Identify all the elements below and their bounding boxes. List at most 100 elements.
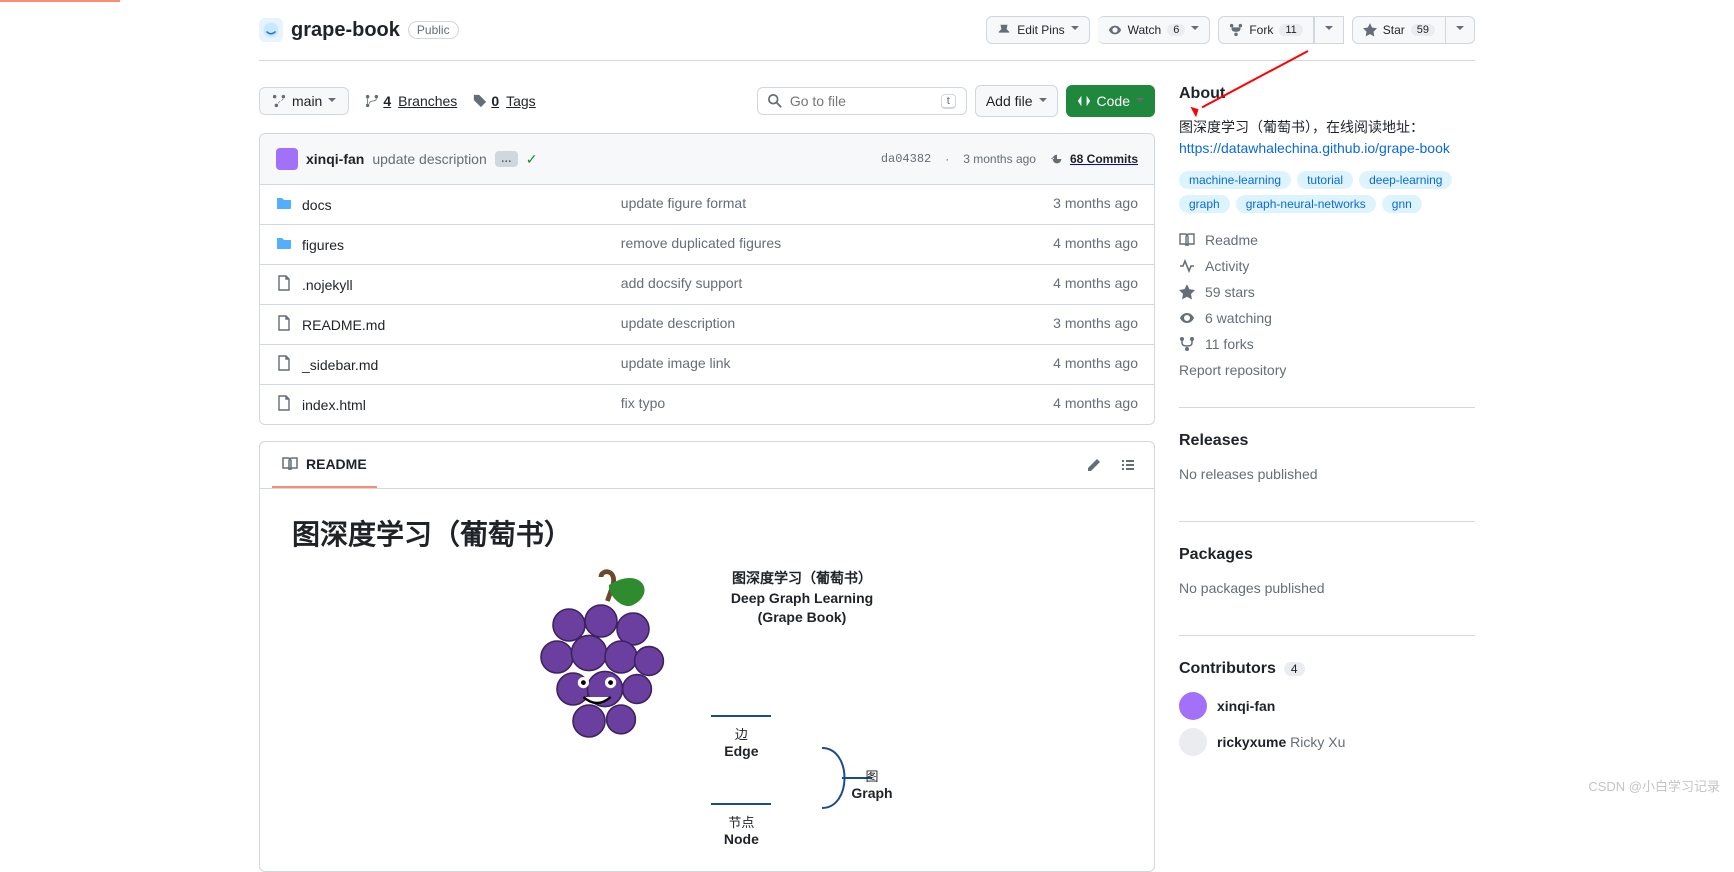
code-icon bbox=[1077, 94, 1091, 108]
contributor-row[interactable]: xinqi-fan bbox=[1179, 692, 1475, 720]
file-name[interactable]: _sidebar.md bbox=[302, 357, 378, 373]
repo-visibility-label: Public bbox=[408, 21, 459, 39]
file-name[interactable]: README.md bbox=[302, 317, 385, 333]
fork-dropdown-button[interactable] bbox=[1314, 16, 1344, 44]
branches-count: 4 bbox=[383, 93, 391, 109]
ci-status-icon[interactable]: ✓ bbox=[526, 151, 538, 168]
repo-name[interactable]: grape-book bbox=[291, 19, 400, 42]
file-commit-msg[interactable]: remove duplicated figures bbox=[621, 235, 1009, 254]
file-name[interactable]: figures bbox=[302, 237, 344, 253]
star-label: Star bbox=[1383, 23, 1405, 37]
list-icon[interactable] bbox=[1120, 457, 1136, 473]
watching-link[interactable]: 6 watching bbox=[1179, 305, 1475, 331]
file-name[interactable]: index.html bbox=[302, 397, 366, 413]
watermark: CSDN @小白学习记录 bbox=[1588, 776, 1720, 795]
tags-count: 0 bbox=[491, 93, 499, 109]
file-row[interactable]: _sidebar.mdupdate image link4 months ago bbox=[260, 345, 1154, 385]
edge-cn: 边 bbox=[735, 727, 748, 742]
fig-title-cn: 图深度学习（葡萄书） bbox=[711, 569, 892, 589]
fig-title-en2: (Grape Book) bbox=[711, 608, 892, 628]
author-avatar[interactable] bbox=[276, 148, 298, 170]
packages-heading[interactable]: Packages bbox=[1179, 546, 1475, 564]
packages-section: Packages No packages published bbox=[1179, 546, 1475, 636]
history-icon bbox=[1050, 152, 1064, 166]
commits-link[interactable]: 68 Commits bbox=[1050, 152, 1138, 166]
latest-commit-bar: xinqi-fan update description … ✓ da04382… bbox=[260, 134, 1154, 185]
file-icon bbox=[276, 315, 292, 334]
file-commit-msg[interactable]: update description bbox=[621, 315, 1009, 334]
code-toolbar: main 4 Branches 0 Tags bbox=[259, 85, 1155, 117]
commit-sha[interactable]: da04382 bbox=[881, 152, 931, 166]
code-button[interactable]: Code bbox=[1066, 85, 1155, 117]
forks-link[interactable]: 11 forks bbox=[1179, 331, 1475, 357]
star-dropdown-button[interactable] bbox=[1446, 16, 1475, 44]
commit-message[interactable]: update description bbox=[372, 151, 486, 167]
star-count: 59 bbox=[1411, 24, 1435, 36]
topic-tag[interactable]: graph-neural-networks bbox=[1236, 195, 1376, 213]
file-icon bbox=[276, 355, 292, 374]
contributor-avatar bbox=[1179, 728, 1207, 756]
folder-icon bbox=[276, 195, 292, 214]
file-time: 3 months ago bbox=[1009, 195, 1138, 214]
go-to-file-input[interactable] bbox=[790, 93, 933, 109]
branch-select-button[interactable]: main bbox=[259, 87, 349, 115]
file-commit-msg[interactable]: update figure format bbox=[621, 195, 1009, 214]
graph-en: Graph bbox=[851, 785, 892, 801]
file-commit-msg[interactable]: add docsify support bbox=[621, 275, 1009, 294]
add-file-button[interactable]: Add file bbox=[975, 85, 1058, 117]
packages-text: No packages published bbox=[1179, 578, 1475, 599]
releases-heading[interactable]: Releases bbox=[1179, 432, 1475, 450]
topic-tag[interactable]: gnn bbox=[1382, 195, 1422, 213]
commit-age: 3 months ago bbox=[963, 152, 1036, 166]
releases-text: No releases published bbox=[1179, 464, 1475, 485]
branches-label: Branches bbox=[398, 93, 457, 109]
file-row[interactable]: .nojekylladd docsify support4 months ago bbox=[260, 265, 1154, 305]
stars-link[interactable]: 59 stars bbox=[1179, 279, 1475, 305]
file-row[interactable]: index.htmlfix typo4 months ago bbox=[260, 385, 1154, 424]
star-icon bbox=[1363, 23, 1377, 37]
contributors-heading[interactable]: Contributors bbox=[1179, 660, 1276, 678]
go-to-file-hint: t bbox=[941, 94, 956, 109]
caret-icon bbox=[1456, 23, 1464, 37]
watch-button[interactable]: Watch 6 bbox=[1098, 16, 1211, 44]
report-repo-link[interactable]: Report repository bbox=[1179, 357, 1475, 383]
file-row[interactable]: docs update figure format3 months ago bbox=[260, 185, 1154, 225]
topic-tag[interactable]: machine-learning bbox=[1179, 171, 1291, 189]
topic-tag[interactable]: deep-learning bbox=[1359, 171, 1452, 189]
file-commit-msg[interactable]: fix typo bbox=[621, 395, 1009, 414]
activity-link[interactable]: Activity bbox=[1179, 253, 1475, 279]
about-link[interactable]: https://datawhalechina.github.io/grape-b… bbox=[1179, 140, 1450, 156]
edit-pins-label: Edit Pins bbox=[1017, 23, 1064, 37]
readme-link[interactable]: Readme bbox=[1179, 227, 1475, 253]
fork-button[interactable]: Fork 11 bbox=[1218, 16, 1313, 44]
branch-name: main bbox=[292, 93, 322, 109]
file-name[interactable]: docs bbox=[302, 197, 332, 213]
readme-h1: 图深度学习（葡萄书） bbox=[292, 513, 1122, 553]
fork-count: 11 bbox=[1279, 24, 1302, 36]
branches-link[interactable]: 4 Branches bbox=[365, 93, 457, 109]
eye-icon bbox=[1108, 23, 1122, 37]
about-description: 图深度学习（葡萄书），在线阅读地址： bbox=[1179, 119, 1424, 135]
topic-tag[interactable]: tutorial bbox=[1297, 171, 1353, 189]
file-name[interactable]: .nojekyll bbox=[302, 277, 353, 293]
file-row[interactable]: figuresremove duplicated figures4 months… bbox=[260, 225, 1154, 265]
file-commit-msg[interactable]: update image link bbox=[621, 355, 1009, 374]
edit-pins-button[interactable]: Edit Pins bbox=[986, 16, 1089, 44]
author-login[interactable]: xinqi-fan bbox=[306, 151, 364, 167]
contributor-login: rickyxume bbox=[1217, 734, 1286, 750]
caret-icon bbox=[1325, 23, 1333, 37]
repo-avatar bbox=[259, 18, 283, 42]
readme-tab[interactable]: README bbox=[272, 442, 377, 488]
pin-icon bbox=[997, 23, 1011, 37]
go-to-file-container[interactable]: t bbox=[757, 87, 967, 115]
tags-link[interactable]: 0 Tags bbox=[473, 93, 535, 109]
folder-icon bbox=[276, 235, 292, 254]
pencil-icon[interactable] bbox=[1086, 457, 1102, 473]
contributor-row[interactable]: rickyxume Ricky Xu bbox=[1179, 728, 1475, 756]
git-branch-icon bbox=[272, 94, 286, 108]
file-row[interactable]: README.mdupdate description3 months ago bbox=[260, 305, 1154, 345]
star-button[interactable]: Star 59 bbox=[1352, 16, 1446, 44]
topic-tag[interactable]: graph bbox=[1179, 195, 1230, 213]
fig-title-en1: Deep Graph Learning bbox=[711, 589, 892, 609]
commit-message-expand[interactable]: … bbox=[495, 151, 518, 167]
